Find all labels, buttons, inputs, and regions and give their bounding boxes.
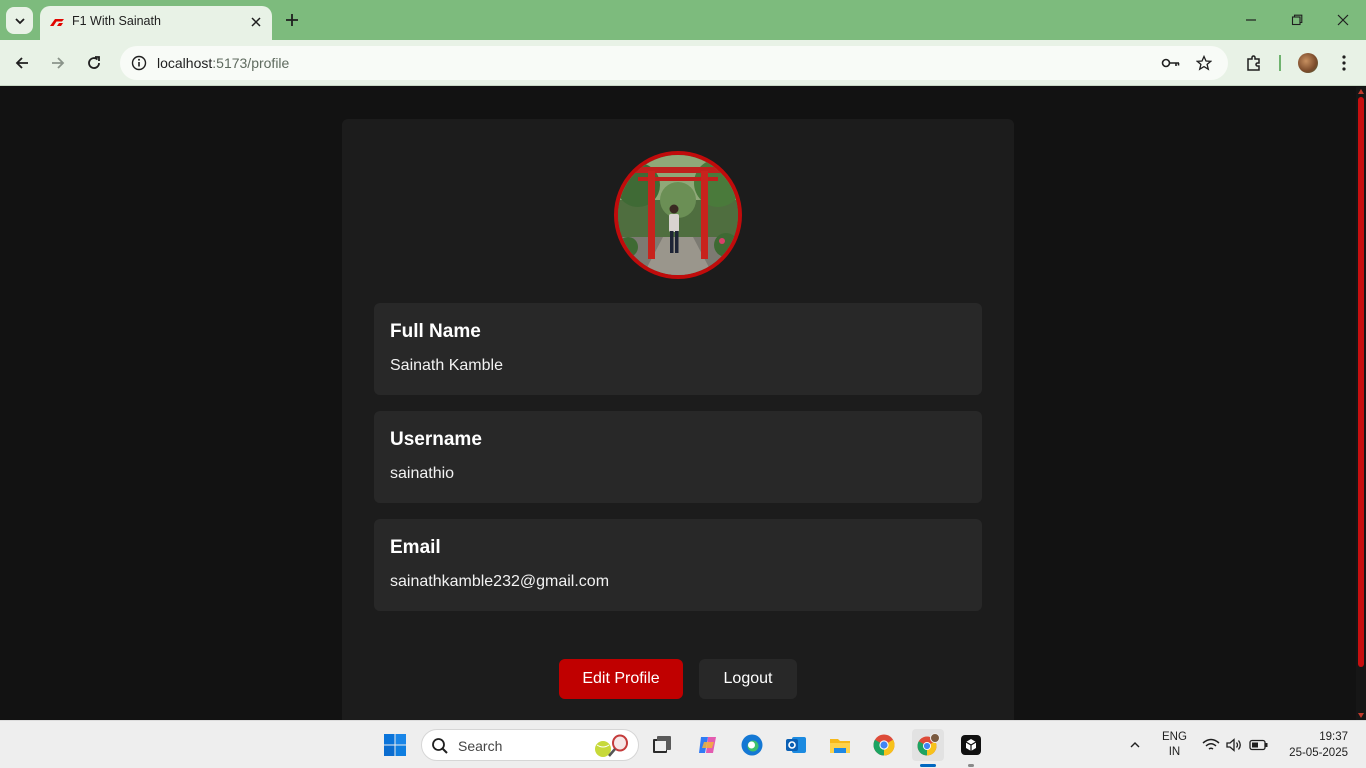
- reload-button[interactable]: [82, 51, 106, 75]
- toolbar-divider: [1279, 55, 1281, 71]
- minimize-icon: [1246, 19, 1256, 21]
- edge-icon: [741, 734, 763, 756]
- volume-status[interactable]: [1224, 735, 1244, 755]
- close-icon: [251, 17, 261, 27]
- close-icon: [1337, 14, 1349, 26]
- chrome-icon: [873, 734, 895, 756]
- windows-taskbar: Search ENG IN 19:37 25-05-2025: [0, 720, 1366, 768]
- address-bar[interactable]: localhost:5173/profile: [120, 46, 1228, 80]
- email-label: Email: [390, 537, 441, 558]
- reload-icon: [88, 56, 100, 69]
- email-value: sainathkamble232@gmail.com: [390, 573, 610, 590]
- outlook-button[interactable]: [780, 729, 812, 761]
- password-key-icon: [1161, 58, 1180, 68]
- url-host: localhost: [157, 55, 213, 71]
- wifi-status[interactable]: [1201, 735, 1221, 755]
- plus-icon: [286, 14, 298, 26]
- close-window-button[interactable]: [1333, 10, 1353, 30]
- tab-active[interactable]: F1 With Sainath: [40, 6, 272, 40]
- more-menu-button[interactable]: [1332, 51, 1356, 75]
- profile-card: Full Name Sainath Kamble Username sainat…: [342, 119, 1014, 720]
- back-arrow-icon: [15, 57, 28, 69]
- battery-status[interactable]: [1249, 735, 1269, 755]
- extensions-icon: [1247, 55, 1260, 71]
- url-text: localhost:5173/profile: [157, 55, 289, 71]
- url-path: :5173/profile: [212, 55, 290, 71]
- windows-start-icon: [384, 734, 406, 756]
- clock-date: 25-05-2025: [1289, 747, 1348, 759]
- chrome-button[interactable]: [868, 729, 900, 761]
- wifi-icon: [1202, 738, 1220, 750]
- bookmark-button[interactable]: [1193, 52, 1215, 74]
- language-code: ENG: [1162, 731, 1187, 743]
- volume-icon: [1226, 738, 1241, 752]
- active-app-indicator: [920, 764, 936, 767]
- full-name-field: Full Name Sainath Kamble: [374, 303, 982, 395]
- forward-button[interactable]: [46, 51, 70, 75]
- task-view-button[interactable]: [646, 729, 678, 761]
- back-button[interactable]: [10, 51, 34, 75]
- close-tab-button[interactable]: [248, 14, 264, 30]
- minimize-button[interactable]: [1241, 10, 1261, 30]
- start-button[interactable]: [379, 729, 411, 761]
- chevron-down-icon: [14, 17, 25, 24]
- username-field: Username sainathio: [374, 411, 982, 503]
- copilot-button[interactable]: [692, 729, 724, 761]
- forward-arrow-icon: [52, 57, 65, 69]
- extensions-button[interactable]: [1242, 51, 1266, 75]
- chrome-profile-button[interactable]: [912, 729, 944, 761]
- more-menu-icon: [1342, 55, 1346, 71]
- scroll-up-arrow-icon[interactable]: [1358, 89, 1364, 94]
- outlook-icon: [786, 737, 806, 753]
- password-manager-button[interactable]: [1160, 52, 1182, 74]
- full-name-label: Full Name: [390, 321, 481, 342]
- email-field: Email sainathkamble232@gmail.com: [374, 519, 982, 611]
- browser-toolbar: localhost:5173/profile: [0, 40, 1366, 86]
- battery-icon: [1249, 739, 1268, 751]
- restore-button[interactable]: [1287, 10, 1307, 30]
- bookmark-star-icon: [1196, 55, 1212, 71]
- app-button[interactable]: [955, 729, 987, 761]
- task-view-icon: [653, 736, 671, 753]
- edge-button[interactable]: [736, 729, 768, 761]
- tennis-highlight-icon: [595, 734, 628, 757]
- language-region: IN: [1168, 746, 1181, 758]
- taskbar-search-placeholder: Search: [458, 738, 503, 754]
- copilot-icon: [699, 737, 716, 753]
- profile-picture: [614, 151, 742, 279]
- tab-title: F1 With Sainath: [72, 14, 161, 28]
- new-tab-button[interactable]: [282, 10, 302, 30]
- profile-photo-image: [618, 155, 738, 275]
- file-explorer-icon: [830, 739, 850, 753]
- browser-tab-strip: F1 With Sainath: [0, 0, 1366, 40]
- scroll-down-arrow-icon[interactable]: [1358, 713, 1364, 718]
- profile-avatar-button[interactable]: [1298, 53, 1318, 73]
- clock-time: 19:37: [1319, 731, 1348, 743]
- site-info-icon: [131, 55, 147, 71]
- language-indicator[interactable]: ENG IN: [1162, 730, 1187, 760]
- edit-profile-button[interactable]: Edit Profile: [559, 659, 683, 699]
- chevron-up-icon: [1130, 742, 1140, 748]
- site-info-button[interactable]: [128, 52, 150, 74]
- file-explorer-button[interactable]: [824, 729, 856, 761]
- full-name-value: Sainath Kamble: [390, 357, 503, 374]
- scrollbar-thumb[interactable]: [1358, 97, 1364, 667]
- system-clock[interactable]: 19:37 25-05-2025: [1289, 729, 1348, 761]
- profile-page: Full Name Sainath Kamble Username sainat…: [0, 87, 1356, 720]
- app-icon: [961, 735, 981, 755]
- show-hidden-icons-button[interactable]: [1125, 735, 1145, 755]
- restore-icon: [1291, 14, 1303, 26]
- running-app-indicator: [968, 764, 974, 767]
- chrome-profile-icon: [917, 733, 940, 756]
- tab-search-button[interactable]: [6, 7, 33, 34]
- logout-button[interactable]: Logout: [699, 659, 797, 699]
- page-scrollbar[interactable]: [1356, 87, 1366, 720]
- taskbar-search-box[interactable]: Search: [421, 729, 639, 761]
- search-icon: [432, 738, 448, 754]
- username-value: sainathio: [390, 465, 455, 482]
- f1-favicon-icon: [50, 19, 64, 26]
- username-label: Username: [390, 429, 482, 450]
